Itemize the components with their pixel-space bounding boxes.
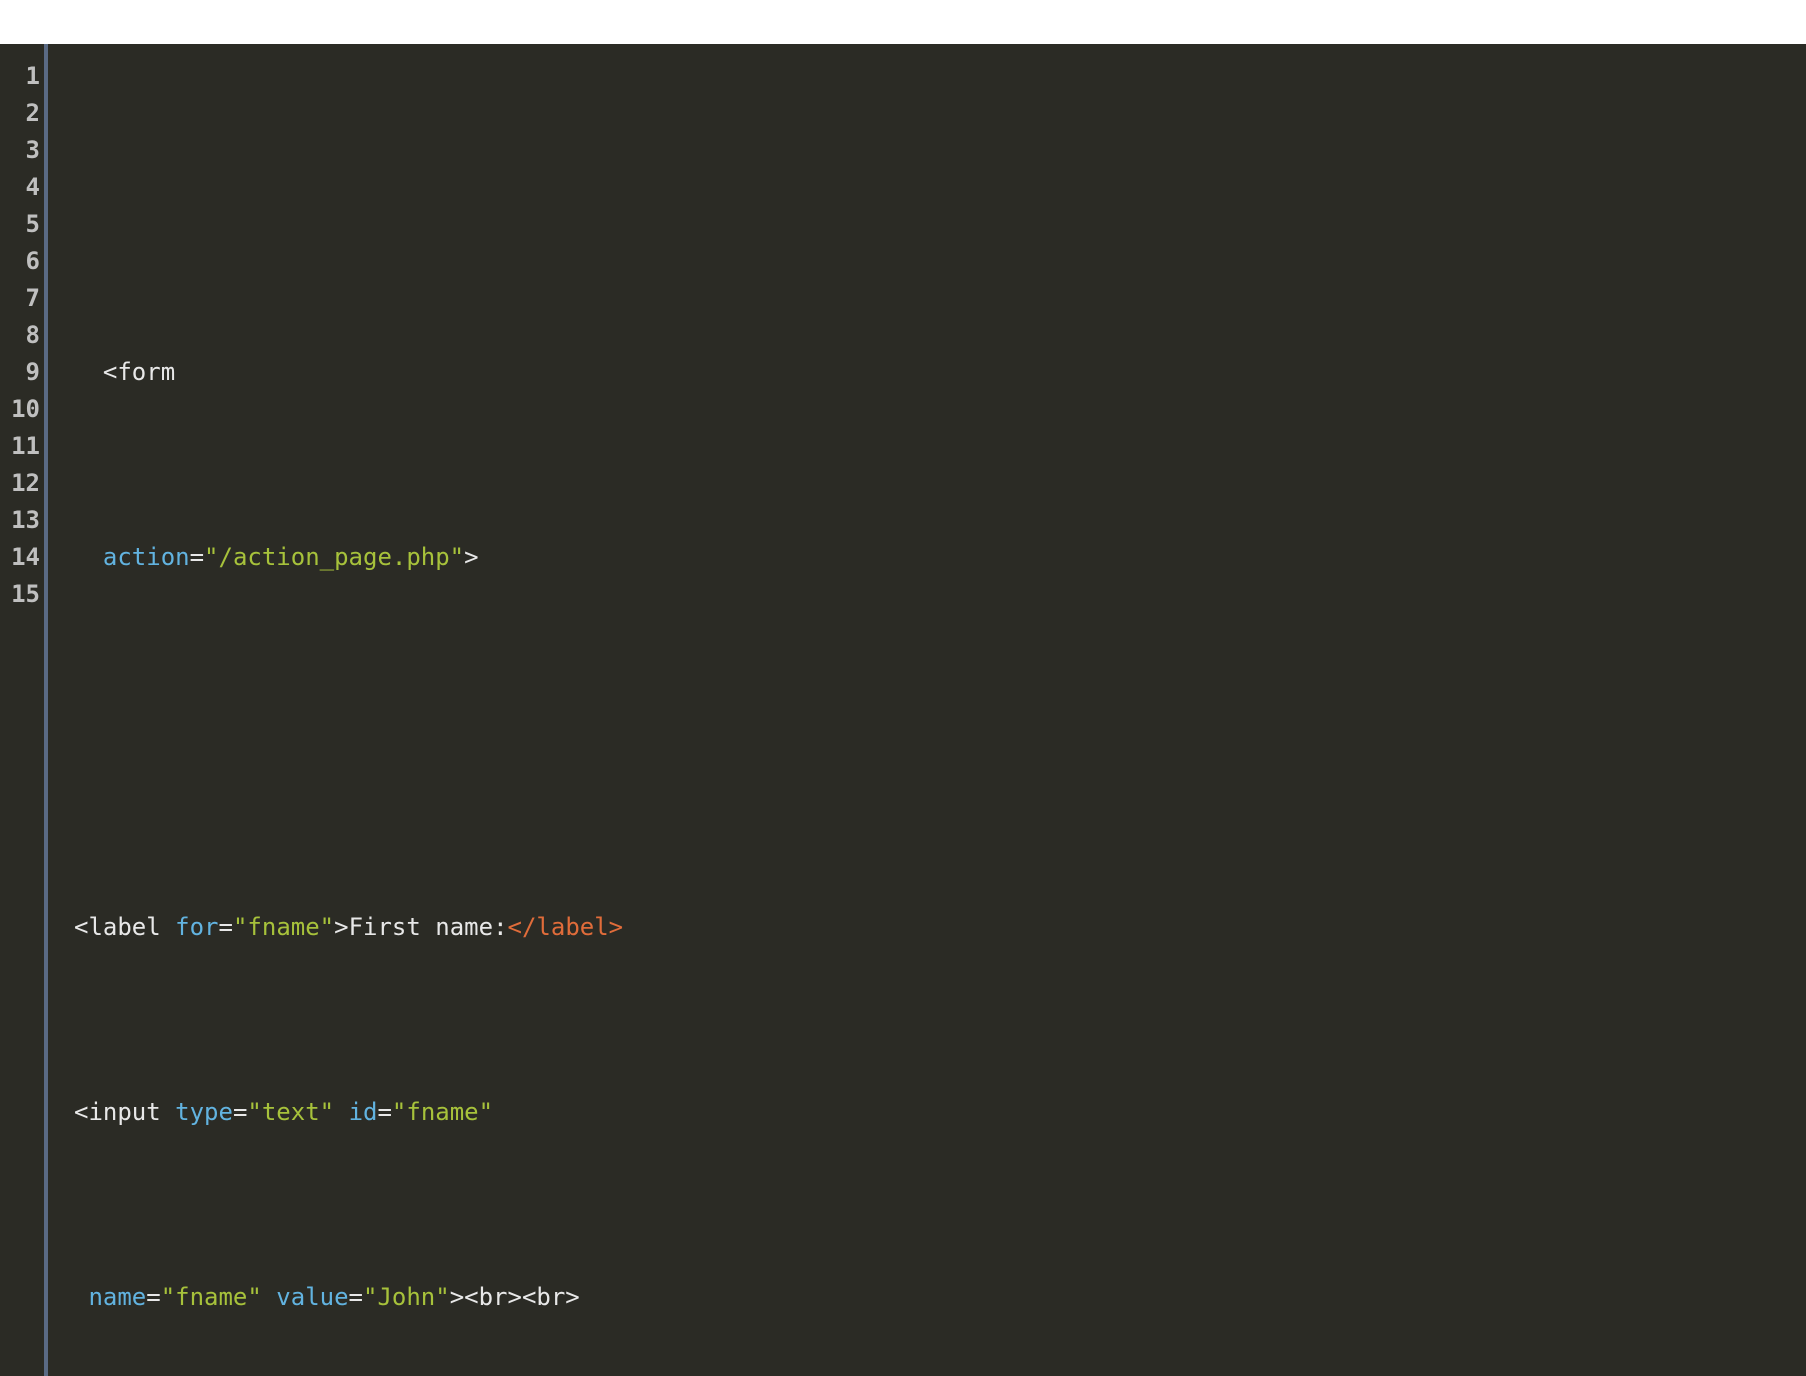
line-number: 8: [0, 317, 40, 354]
line-number: 5: [0, 206, 40, 243]
punct-eq: =: [349, 1283, 363, 1311]
attr-value: "/action_page.php": [204, 543, 464, 571]
attr-name: type: [175, 1098, 233, 1126]
closing-tag: </label>: [508, 913, 624, 941]
tag-name: input: [88, 1098, 160, 1126]
punct-eq: =: [190, 543, 204, 571]
punct-gt: >: [450, 1283, 464, 1311]
top-whitespace: [0, 0, 1806, 44]
code-line[interactable]: <input type="text" id="fname": [74, 1094, 1806, 1131]
code-line[interactable]: [74, 724, 1806, 761]
code-line[interactable]: action="/action_page.php">: [74, 539, 1806, 576]
line-number: 2: [0, 95, 40, 132]
attr-name: value: [276, 1283, 348, 1311]
line-number: 1: [0, 58, 40, 95]
punct-eq: =: [219, 913, 233, 941]
space: [161, 913, 175, 941]
line-number: 7: [0, 280, 40, 317]
code-line[interactable]: [74, 169, 1806, 206]
line-number: 13: [0, 502, 40, 539]
punct-eq: =: [233, 1098, 247, 1126]
code-editor[interactable]: 1 2 3 4 5 6 7 8 9 10 11 12 13 14 15 <for…: [0, 44, 1806, 1376]
attr-name: for: [175, 913, 218, 941]
punct-lt: <: [74, 1098, 88, 1126]
line-number: 3: [0, 132, 40, 169]
attr-value: "John": [363, 1283, 450, 1311]
attr-name: id: [349, 1098, 378, 1126]
tag-name: form: [117, 358, 175, 386]
line-number: 4: [0, 169, 40, 206]
space: [334, 1098, 348, 1126]
code-line[interactable]: <label for="fname">First name:</label>: [74, 909, 1806, 946]
line-number: 11: [0, 428, 40, 465]
punct-gt: >: [464, 543, 478, 571]
line-number-gutter: 1 2 3 4 5 6 7 8 9 10 11 12 13 14 15: [0, 44, 48, 1376]
inner-text: First name:: [349, 913, 508, 941]
line-number: 14: [0, 539, 40, 576]
line-number: 12: [0, 465, 40, 502]
space: [262, 1283, 276, 1311]
line-number: 9: [0, 354, 40, 391]
attr-name: name: [88, 1283, 146, 1311]
attr-value: "fname": [161, 1283, 262, 1311]
code-line[interactable]: name="fname" value="John"><br><br>: [74, 1279, 1806, 1316]
attr-name: action: [103, 543, 190, 571]
tag-name: label: [88, 913, 160, 941]
tag-br: <br>: [464, 1283, 522, 1311]
punct-lt: <: [103, 358, 117, 386]
space: [161, 1098, 175, 1126]
punct-eq: =: [146, 1283, 160, 1311]
punct-lt: <: [74, 913, 88, 941]
attr-value: "fname": [233, 913, 334, 941]
code-area[interactable]: <form action="/action_page.php"> <label …: [48, 44, 1806, 1376]
tag-br: <br>: [522, 1283, 580, 1311]
attr-value: "text": [247, 1098, 334, 1126]
attr-value: "fname": [392, 1098, 493, 1126]
punct-eq: =: [377, 1098, 391, 1126]
line-number: 10: [0, 391, 40, 428]
code-line[interactable]: <form: [74, 354, 1806, 391]
punct-gt: >: [334, 913, 348, 941]
line-number: 6: [0, 243, 40, 280]
line-number: 15: [0, 576, 40, 613]
